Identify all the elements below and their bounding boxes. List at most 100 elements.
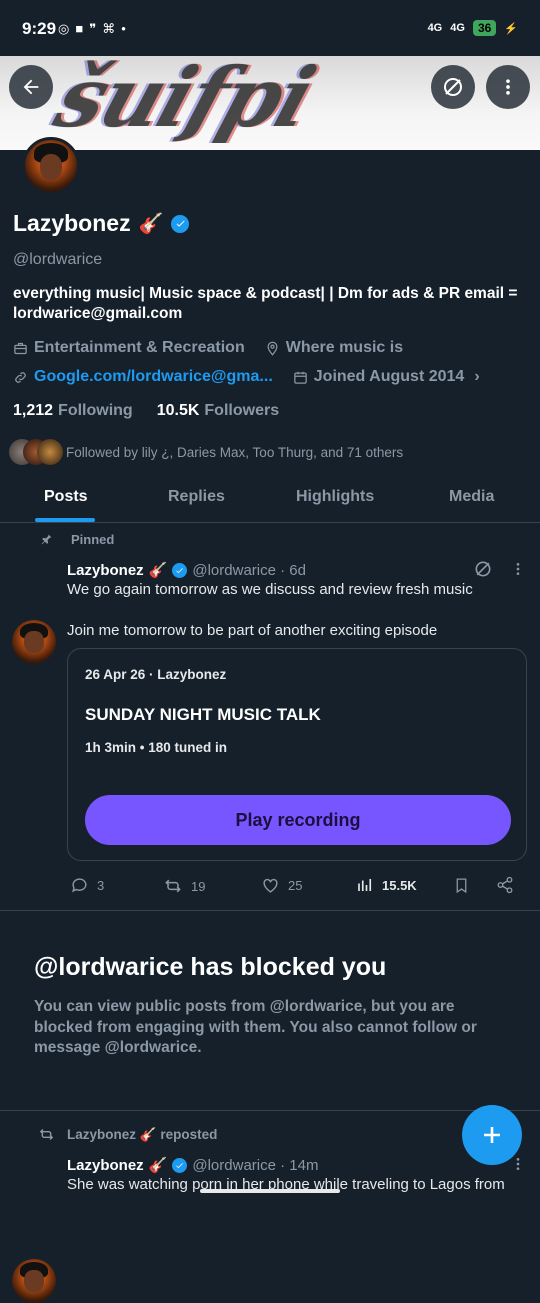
system-icons: 4G 4G 36 ⚡ — [428, 20, 518, 36]
follow-counts: 1,212 Following 10.5K Followers — [13, 402, 279, 420]
back-arrow-icon — [23, 79, 39, 95]
play-recording-button[interactable]: Play recording — [85, 795, 511, 845]
profile-meta-row-2: Google.com/lordwarice@gma... Joined Augu… — [13, 368, 480, 386]
followed-by-text[interactable]: Followed by lily ¿, Daries Max, Too Thur… — [66, 445, 403, 460]
repost-avatar[interactable] — [12, 1259, 56, 1303]
notification-icons: ◎ ■ ❞ ⌘ • — [58, 21, 126, 37]
verified-badge-icon — [172, 562, 188, 578]
profile-link[interactable]: Google.com/lordwarice@gma... — [34, 368, 273, 386]
verified-badge-icon — [172, 1157, 188, 1173]
whatsapp-icon: ◎ — [58, 21, 70, 36]
repost-icon — [39, 1129, 54, 1140]
post-divider — [0, 910, 540, 911]
more-vertical-icon[interactable] — [510, 1156, 526, 1172]
chevron-right-icon[interactable]: › — [474, 368, 479, 386]
pinned-indicator: Pinned — [40, 532, 114, 547]
verified-badge-icon[interactable] — [171, 214, 190, 233]
profile-name-row: Lazybonez 🎸 — [13, 210, 190, 237]
status-time: 9:29 — [22, 19, 57, 38]
heart-icon — [263, 878, 278, 893]
tab-replies[interactable]: Replies — [168, 488, 225, 506]
profile-name: Lazybonez — [13, 210, 131, 236]
profile-avatar[interactable] — [22, 137, 80, 195]
space-title: SUNDAY NIGHT MUSIC TALK — [85, 705, 321, 724]
tabs-divider — [0, 522, 540, 523]
repost-count: 19 — [191, 878, 206, 894]
share-icon[interactable] — [496, 876, 514, 894]
profile-bio: everything music| Music space & podcast|… — [13, 285, 518, 322]
blocked-title: @lordwarice has blocked you — [34, 953, 387, 981]
repost-action[interactable]: 19 — [163, 876, 205, 896]
dot-icon: • — [121, 21, 126, 36]
repost-text: She was watching porn in her phone while… — [67, 1176, 505, 1193]
grok-icon — [444, 78, 462, 96]
repost-author[interactable]: Lazybonez — [67, 1157, 144, 1174]
post-text-line-2: Join me tomorrow to be part of another e… — [67, 622, 438, 639]
post-avatar[interactable] — [12, 620, 56, 664]
post-text-line-1: We go again tomorrow as we discuss and r… — [67, 581, 473, 598]
views-count: 15.5K — [382, 877, 417, 893]
reply-count: 3 — [97, 878, 105, 893]
more-options-button[interactable] — [486, 65, 530, 109]
location-pin-icon — [267, 341, 278, 356]
followers-label[interactable]: Followers — [204, 402, 279, 420]
back-button[interactable] — [9, 65, 53, 109]
blocked-message: You can view public posts from @lordwari… — [34, 998, 477, 1056]
profile-joined: Joined August 2014 — [313, 368, 465, 385]
signal-icon-1: 4G — [427, 22, 443, 34]
status-bar: 9:29 ◎ ■ ❞ ⌘ • 4G 4G 36 ⚡ — [0, 0, 540, 56]
signal-icon-2: 4G — [450, 22, 465, 34]
gesture-bar[interactable] — [200, 1189, 340, 1193]
plus-icon — [484, 1127, 500, 1143]
like-action[interactable]: 25 — [261, 876, 302, 895]
blocked-divider — [0, 1110, 540, 1111]
tab-media[interactable]: Media — [449, 488, 494, 506]
repost-header: Lazybonez 🎸 @lordwarice · 14m — [67, 1156, 319, 1175]
chat-icon: ❞ — [89, 21, 97, 36]
reply-action[interactable]: 3 — [70, 876, 104, 895]
following-label[interactable]: Following — [58, 402, 133, 420]
compose-post-button[interactable] — [462, 1105, 522, 1165]
repost-label: Lazybonez 🎸 reposted — [67, 1126, 218, 1142]
followers-count[interactable]: 10.5K — [157, 402, 200, 420]
space-recording-card[interactable]: 26 Apr 26 · Lazybonez SUNDAY NIGHT MUSIC… — [67, 648, 527, 861]
bookmark-icon[interactable] — [453, 876, 470, 895]
repost-indicator: Lazybonez 🎸 reposted — [38, 1126, 217, 1143]
space-meta: 26 Apr 26 · Lazybonez — [85, 667, 227, 682]
more-vertical-icon — [506, 79, 510, 95]
guitar-emoji: 🎸 — [148, 1157, 168, 1174]
post-header: Lazybonez 🎸 @lordwarice · 6d — [67, 561, 306, 580]
link-icon — [15, 371, 26, 383]
pinned-label: Pinned — [71, 532, 115, 547]
views-chart-icon — [358, 879, 372, 891]
repost-icon — [165, 879, 181, 893]
grok-button[interactable] — [431, 65, 475, 109]
post-handle-time: @lordwarice · 6d — [192, 561, 306, 579]
tab-posts[interactable]: Posts — [44, 488, 88, 506]
profile-location: Where music is — [285, 339, 404, 356]
profile-category: Entertainment & Recreation — [34, 339, 245, 356]
app-icon: ⌘ — [102, 21, 116, 36]
followed-by-avatars[interactable] — [9, 439, 63, 465]
battery-icon: 36 — [472, 20, 497, 36]
reply-icon — [72, 878, 87, 893]
profile-meta-row-1: Entertainment & Recreation Where music i… — [13, 339, 403, 357]
tab-highlights[interactable]: Highlights — [296, 488, 374, 506]
following-count[interactable]: 1,212 — [13, 402, 53, 420]
repost-handle-time: @lordwarice · 14m — [192, 1156, 319, 1174]
views-action[interactable]: 15.5K — [356, 876, 417, 894]
post-author[interactable]: Lazybonez — [67, 562, 144, 579]
space-stats: 1h 3min • 180 tuned in — [85, 740, 228, 755]
calendar-icon — [294, 371, 307, 384]
profile-handle: @lordwarice — [13, 251, 103, 268]
like-count: 25 — [288, 878, 303, 893]
briefcase-icon — [14, 342, 27, 354]
pin-icon — [41, 534, 52, 545]
guitar-emoji: 🎸 — [138, 213, 164, 235]
more-vertical-icon[interactable] — [510, 561, 526, 577]
guitar-emoji: 🎸 — [148, 562, 168, 579]
grok-icon[interactable] — [473, 559, 493, 579]
banner-artwork: šuifpi — [44, 56, 325, 146]
charging-icon: ⚡ — [504, 22, 518, 35]
square-icon: ■ — [75, 21, 84, 36]
